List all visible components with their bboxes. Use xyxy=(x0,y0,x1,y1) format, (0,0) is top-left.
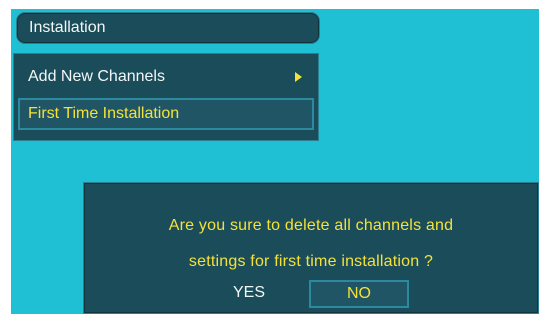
yes-button[interactable]: YES xyxy=(208,280,290,308)
confirmation-dialog: Are you sure to delete all channels and … xyxy=(83,182,539,314)
arrow-right-icon xyxy=(295,72,302,82)
installation-menu: Add New Channels First Time Installation xyxy=(13,53,319,141)
menu-item-label: Add New Channels xyxy=(28,68,165,85)
menu-item-label: First Time Installation xyxy=(28,105,180,122)
dialog-message-line-2: settings for first time installation ? xyxy=(188,253,434,270)
menu-title: Installation xyxy=(16,12,320,44)
menu-item-add-new-channels[interactable]: Add New Channels xyxy=(18,62,314,94)
dialog-message-line-1: Are you sure to delete all channels and xyxy=(168,217,454,234)
menu-item-first-time-installation[interactable]: First Time Installation xyxy=(18,98,314,130)
no-button[interactable]: NO xyxy=(309,280,409,308)
tv-screen: Installation Add New Channels First Time… xyxy=(0,0,539,314)
menu-title-label: Installation xyxy=(29,19,106,36)
